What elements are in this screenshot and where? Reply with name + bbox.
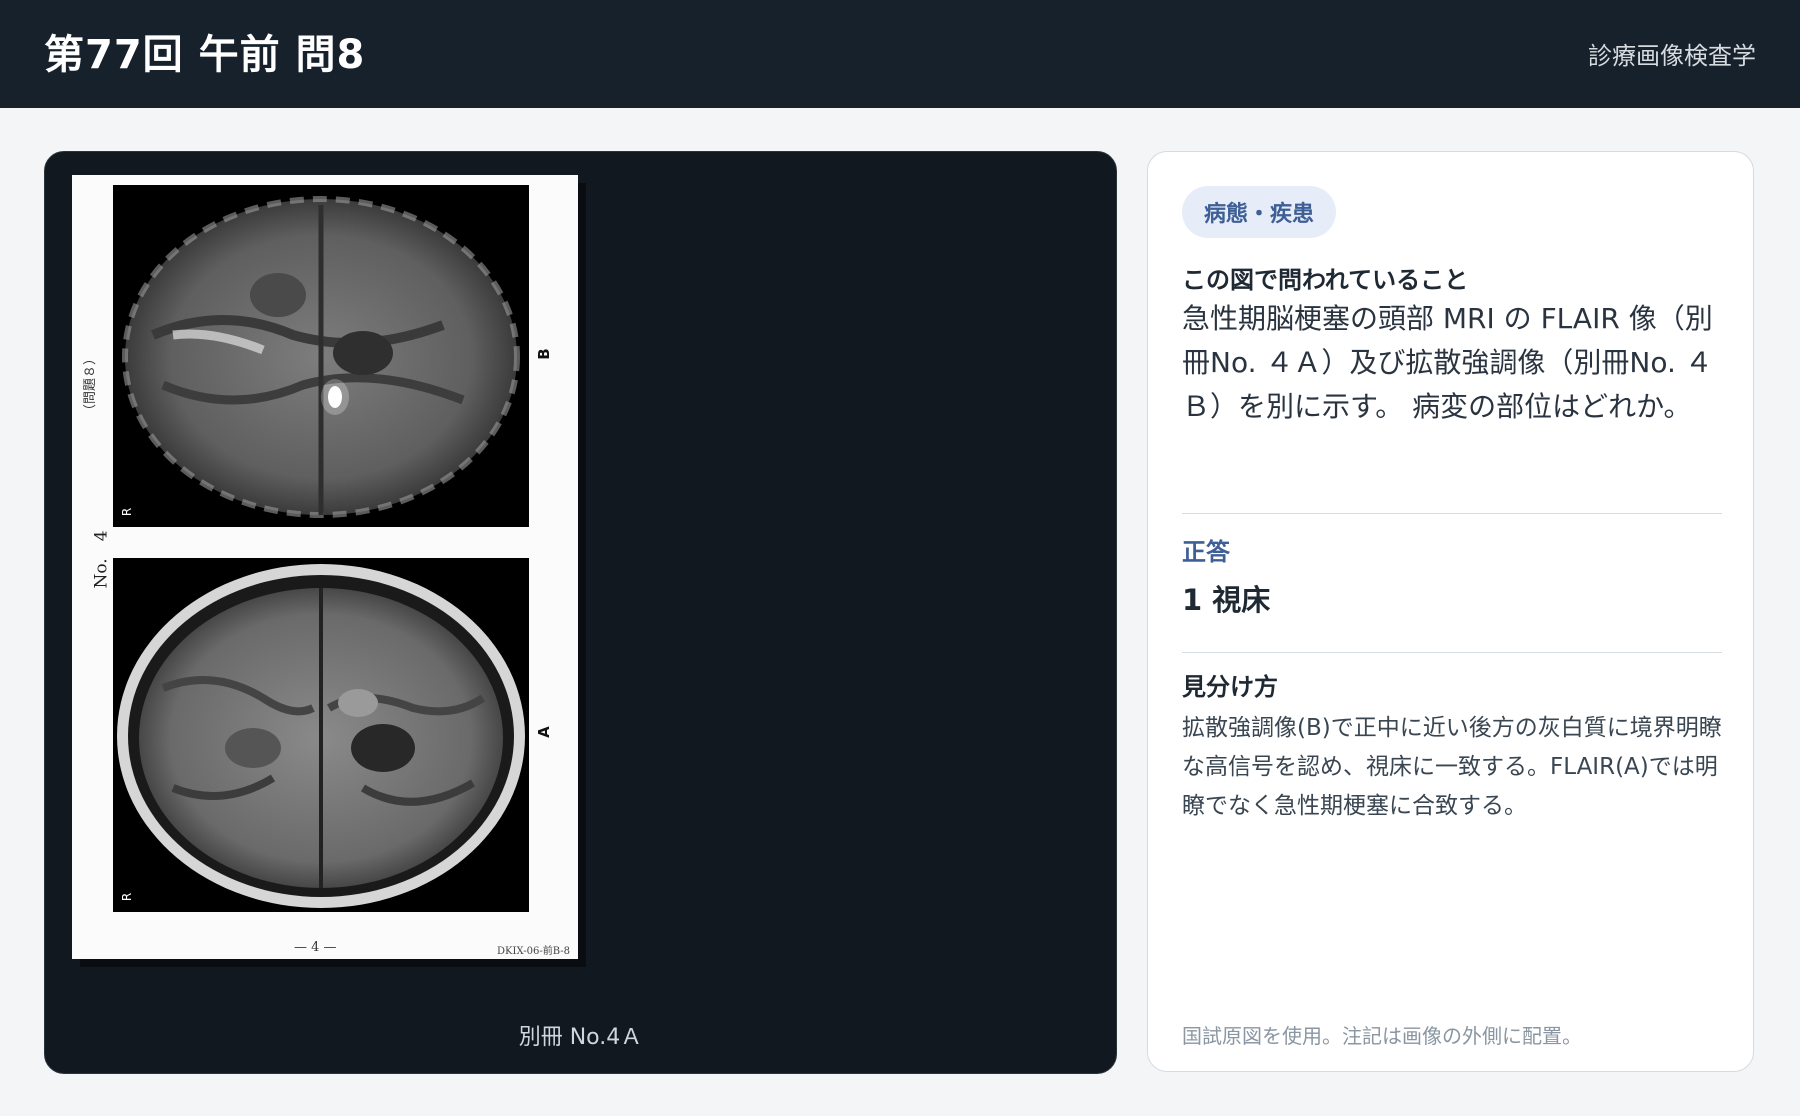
orientation-mark: R [120,892,135,902]
tip-text: 拡散強調像(B)で正中に近い後方の灰白質に境界明瞭な高信号を認め、視床に一致する… [1182,715,1722,819]
sheet-booklet-number: No. 4 [91,530,112,589]
image-label-a: A [535,726,553,738]
brain-dwi-graphic [122,196,520,518]
sheet-question-number: （問題８） [83,351,99,418]
image-caption: 別冊 No.4Ａ [518,1025,643,1050]
page-title: 第77回 午前 問8 [44,32,366,78]
answer-text: 1 視床 [1182,583,1271,617]
brain-flair-graphic [117,564,525,908]
question-text: 急性期脳梗塞の頭部 MRI の FLAIR 像（別冊No. ４Ａ）及び拡散強調像… [1182,302,1713,423]
image-viewer[interactable]: （問題８） No. 4 R B R A — 4 — DKIX-06-前B-8 別… [44,151,1117,1074]
header-bar: 第77回 午前 問8 診療画像検査学 [0,0,1800,108]
divider [1182,513,1722,514]
subject-label: 診療画像検査学 [1588,42,1756,70]
image-label-b: B [535,348,553,360]
sheet-doc-code: DKIX-06-前B-8 [497,946,570,957]
orientation-mark: R [120,507,135,517]
mri-dwi-image: R [113,185,529,527]
exam-sheet-image: （問題８） No. 4 R B R A — 4 — DKIX-06-前B-8 [72,175,578,959]
divider [1182,652,1722,653]
mri-flair-image: R [113,558,529,912]
answer-label: 正答 [1182,538,1230,566]
footnote: 国試原図を使用。注記は画像の外側に配置。 [1182,1024,1582,1048]
explanation-panel: 病態・疾患 この図で問われていること 急性期脳梗塞の頭部 MRI の FLAIR… [1147,151,1754,1072]
tip-heading: 見分け方 [1182,673,1278,701]
sheet-page-number: — 4 — [294,940,337,955]
category-tag: 病態・疾患 [1182,186,1337,238]
question-heading: この図で問われていること [1182,266,1469,294]
